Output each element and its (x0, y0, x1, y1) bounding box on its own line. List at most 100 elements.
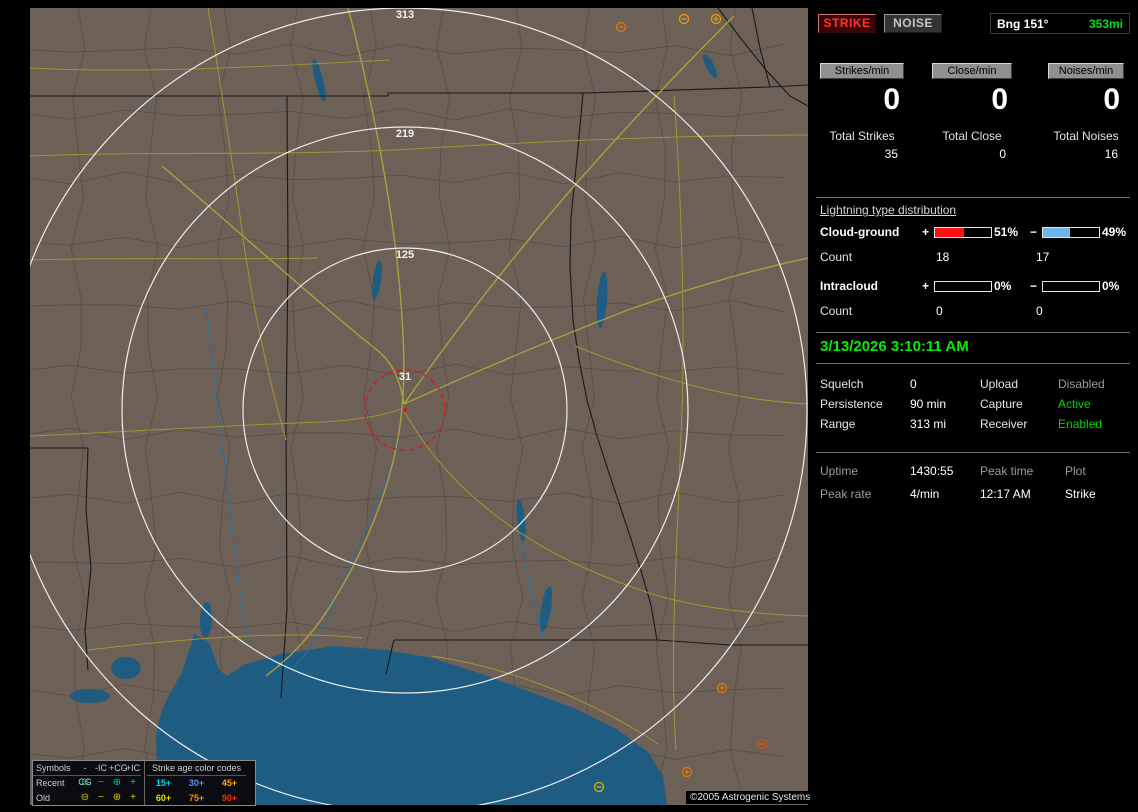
cloud-ground-label: Cloud-ground (820, 225, 900, 239)
copyright-text: ©2005 Astrogenic Systems (686, 791, 815, 804)
legend-symbols-header: Symbols (33, 761, 77, 776)
strike-mode-button[interactable]: STRIKE (818, 14, 876, 33)
recent-pcg-symbol: ⊕ (112, 776, 122, 788)
range-label: Range (820, 417, 856, 431)
range-value: 313 mi (910, 417, 947, 431)
age-60: 60+ (155, 792, 172, 803)
ic-positive-count: 0 (936, 304, 943, 318)
recent-nic-symbol: − (98, 776, 104, 788)
cg-positive-bar (934, 227, 992, 238)
plus-sign: + (922, 279, 930, 293)
divider (816, 332, 1130, 333)
bearing-label: Bng 151° (997, 16, 1049, 31)
total-close-value: 0 (999, 147, 1006, 161)
ic-positive-bar (934, 281, 992, 292)
noises-counter-column: Noises/min 0 Total Noises 16 (1048, 63, 1124, 161)
age-45: 45+ (221, 777, 238, 788)
divider (816, 363, 1130, 364)
svg-text:125: 125 (396, 249, 414, 261)
legend-col-ncg: -CG (77, 762, 93, 787)
peak-rate-value: 4/min (910, 487, 940, 501)
legend-row-recent-label: Recent (36, 777, 65, 788)
cloud-ground-count-row: Count 18 17 (812, 250, 1138, 266)
bearing-distance: 353mi (1088, 16, 1123, 31)
legend-row-old-label: Old (36, 792, 51, 803)
uptime-label: Uptime (820, 464, 859, 478)
count-label: Count (820, 304, 853, 318)
close-per-min-button[interactable]: Close/min (932, 63, 1012, 79)
cg-negative-count: 17 (1036, 250, 1050, 264)
intracloud-count-row: Count 0 0 (812, 304, 1138, 320)
svg-text:31: 31 (399, 371, 411, 383)
intracloud-label: Intracloud (820, 279, 879, 293)
old-pic-symbol: + (130, 791, 136, 803)
total-strikes-value: 35 (884, 147, 898, 161)
svg-text:313: 313 (396, 9, 414, 21)
app-window: 313 219 125 31 Symbols -CG -IC +CG +IC Stri… (0, 0, 1138, 812)
minus-sign: − (1030, 279, 1038, 293)
uptime-value: 1430:55 (910, 464, 954, 478)
distribution-title: Lightning type distribution (820, 203, 957, 217)
noises-per-min-value: 0 (1103, 83, 1120, 116)
total-close-label: Total Close (942, 129, 1002, 143)
receiver-status: Enabled (1058, 417, 1103, 431)
svg-text:219: 219 (396, 128, 414, 140)
legend-col-pic: +IC (125, 761, 141, 776)
recent-pic-symbol: + (130, 776, 136, 788)
ic-negative-bar (1042, 281, 1100, 292)
cg-negative-pct: 49% (1102, 225, 1127, 239)
capture-label: Capture (980, 397, 1023, 411)
cg-positive-pct: 51% (994, 225, 1019, 239)
legend-col-nic: -IC (93, 761, 109, 776)
strikes-per-min-button[interactable]: Strikes/min (820, 63, 904, 79)
age-30: 30+ (188, 777, 205, 788)
close-per-min-value: 0 (991, 83, 1008, 116)
peak-rate-label: Peak rate (820, 487, 872, 501)
cg-negative-bar (1042, 227, 1100, 238)
peak-rate-row: Peak rate 4/min 12:17 AM Strike (812, 487, 1138, 505)
age-15: 15+ (155, 777, 172, 788)
upload-label: Upload (980, 377, 1019, 391)
minus-sign: − (1030, 225, 1038, 239)
status-sidebar: STRIKE NOISE Bng 151° 353mi Strikes/min … (812, 0, 1138, 812)
recent-ncg-symbol: ⊖ (80, 776, 90, 788)
plot-label: Plot (1065, 464, 1086, 478)
squelch-row: Squelch 0 Upload Disabled (812, 377, 1138, 395)
ic-negative-pct: 0% (1102, 279, 1120, 293)
legend-age-header: Strike age color codes (147, 761, 246, 776)
ic-positive-pct: 0% (994, 279, 1012, 293)
cloud-ground-row: Cloud-ground + 51% − 49% (812, 225, 1138, 241)
peak-time-value: 12:17 AM (980, 487, 1031, 501)
count-label: Count (820, 250, 853, 264)
old-pcg-symbol: ⊕ (112, 791, 122, 803)
old-nic-symbol: − (98, 791, 104, 803)
peak-time-label: Peak time (980, 464, 1034, 478)
upload-status: Disabled (1058, 377, 1105, 391)
noise-mode-button[interactable]: NOISE (884, 14, 942, 33)
squelch-label: Squelch (820, 377, 864, 391)
legend-divider (143, 761, 145, 805)
capture-status: Active (1058, 397, 1091, 411)
strikes-counter-column: Strikes/min 0 Total Strikes 35 (820, 63, 904, 161)
receiver-label: Receiver (980, 417, 1028, 431)
cg-positive-count: 18 (936, 250, 950, 264)
plus-sign: + (922, 225, 930, 239)
map-legend: Symbols -CG -IC +CG +IC Strike age color… (32, 760, 256, 806)
divider (816, 452, 1130, 453)
old-ncg-symbol: ⊖ (80, 791, 90, 803)
age-90: 90+ (221, 792, 238, 803)
range-row: Range 313 mi Receiver Enabled (812, 417, 1138, 435)
uptime-row: Uptime 1430:55 Peak time Plot (812, 464, 1138, 482)
persistence-row: Persistence 90 min Capture Active (812, 397, 1138, 415)
strikes-per-min-value: 0 (883, 83, 900, 116)
total-strikes-label: Total Strikes (829, 129, 895, 143)
bearing-readout: Bng 151° 353mi (990, 13, 1130, 34)
divider (816, 197, 1130, 198)
noises-per-min-button[interactable]: Noises/min (1048, 63, 1124, 79)
current-datetime: 3/13/2026 3:10:11 AM (820, 338, 969, 355)
total-noises-label: Total Noises (1053, 129, 1119, 143)
strike-map[interactable]: 313 219 125 31 Symbols -CG -IC +CG +IC Stri… (30, 8, 808, 806)
legend-col-pcg: +CG (109, 761, 128, 776)
intracloud-row: Intracloud + 0% − 0% (812, 279, 1138, 295)
close-counter-column: Close/min 0 Total Close 0 (932, 63, 1012, 161)
